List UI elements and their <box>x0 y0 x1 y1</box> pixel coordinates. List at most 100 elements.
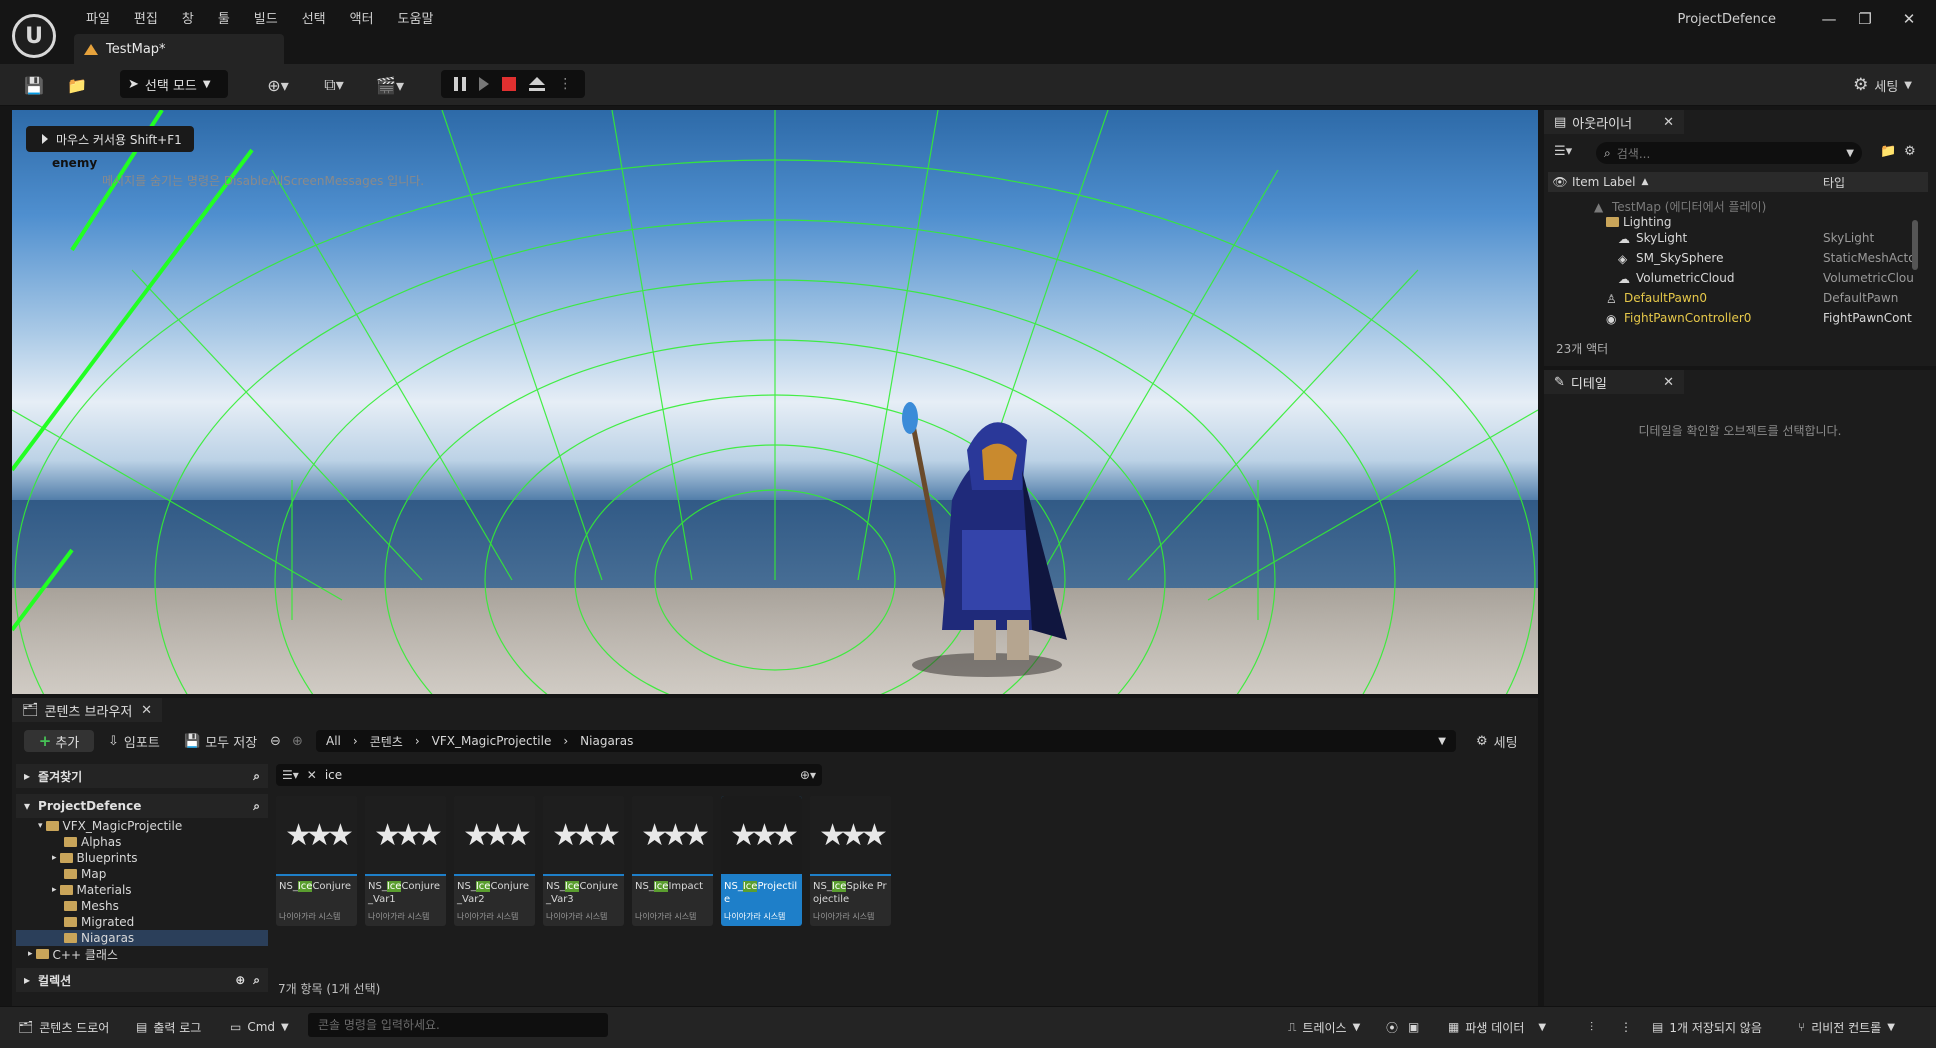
asset-tile[interactable]: ★★★ NS_IceSpike Projectile 나이아가라 시스템 <box>810 796 891 926</box>
status-bar <box>0 1006 1936 1048</box>
col-item-label[interactable]: Item Label <box>1572 175 1636 189</box>
search-icon[interactable]: ⌕ <box>253 769 260 784</box>
screenshot-icon[interactable]: ▣ <box>1408 1016 1419 1038</box>
blueprint-icon[interactable]: ⧉▾ <box>314 72 354 98</box>
eject-icon[interactable] <box>529 77 545 91</box>
close-icon[interactable]: ✕ <box>141 703 152 718</box>
cb-settings-button[interactable]: ⚙ 세팅 <box>1476 730 1518 752</box>
revision-control-button[interactable]: ⑂ 리비전 컨트롤 ▼ <box>1798 1016 1895 1038</box>
save-icon[interactable]: 💾 <box>22 72 46 98</box>
import-button[interactable]: ⇩ 임포트 <box>108 730 160 752</box>
folder-item-selected[interactable]: Niagaras <box>16 930 268 946</box>
cmd-dropdown[interactable]: ▭ Cmd ▼ <box>230 1016 289 1038</box>
unreal-logo-icon[interactable]: U <box>12 14 56 58</box>
record-icon[interactable]: ⦿ <box>1386 1016 1398 1038</box>
folder-item[interactable]: ▸ Materials <box>16 882 268 898</box>
details-tab[interactable]: ✎ 디테일 ✕ <box>1544 370 1684 394</box>
crumb-all[interactable]: All <box>326 734 341 748</box>
asset-tile[interactable]: ★★★ NS_IceImpact 나이아가라 시스템 <box>632 796 713 926</box>
menu-help[interactable]: 도움말 <box>386 10 446 30</box>
crumb-vfx[interactable]: VFX_MagicProjectile <box>432 734 552 748</box>
outliner-search[interactable]: ⌕ 검색... ▼ <box>1596 142 1862 164</box>
restore-icon[interactable]: ❐ <box>1850 8 1880 30</box>
content-browse-icon[interactable]: 📁 <box>64 72 90 98</box>
wizard-character[interactable] <box>892 380 1072 680</box>
folder-item[interactable]: ▸ Blueprints <box>16 850 268 866</box>
outliner-scrollbar[interactable] <box>1912 220 1918 270</box>
search-icon[interactable]: ⌕ <box>253 799 260 814</box>
chevron-down-icon[interactable]: ▼ <box>1438 736 1446 747</box>
trace-button[interactable]: ⎍ 트레이스 ▼ <box>1288 1016 1360 1038</box>
filter-icon[interactable]: ☰▾ <box>1554 144 1572 159</box>
menu-build[interactable]: 빌드 <box>242 10 290 30</box>
asset-tile[interactable]: ★★★ NS_IceConjure_Var2 나이아가라 시스템 <box>454 796 535 926</box>
asset-kind: 나이아가라 시스템 <box>546 911 607 922</box>
outliner-tab[interactable]: ▤ 아웃라이너 ✕ <box>1544 110 1684 134</box>
close-icon[interactable]: ✕ <box>1663 115 1674 130</box>
more-icon[interactable]: ⋮ <box>1620 1016 1632 1038</box>
asset-tile-selected[interactable]: ★★★ NS_IceProjectile 나이아가라 시스템 <box>721 796 802 926</box>
history-back-icon[interactable]: ⊖ <box>270 730 281 752</box>
col-type[interactable]: 타입 <box>1823 174 1845 191</box>
menu-actor[interactable]: 액터 <box>338 10 386 30</box>
folder-item[interactable]: Alphas <box>16 834 268 850</box>
asset-kind: 나이아가라 시스템 <box>635 911 696 922</box>
output-log-button[interactable]: ▤ 출력 로그 <box>136 1016 201 1038</box>
pause-icon[interactable] <box>454 77 466 91</box>
collections-section[interactable]: ▸ 컬렉션 ⊕ ⌕ <box>16 968 268 992</box>
step-forward-icon[interactable] <box>479 77 489 91</box>
unsaved-button[interactable]: ▤ 1개 저장되지 않음 <box>1652 1016 1762 1038</box>
tree-row[interactable]: ♙ DefaultPawn0 DefaultPawn <box>1548 288 1928 308</box>
content-browser-tab[interactable]: 🗂 콘텐츠 브라우저 ✕ <box>12 698 162 722</box>
console-input[interactable] <box>308 1013 608 1037</box>
derived-data-button[interactable]: ▦ 파생 데이터 ▼ <box>1448 1016 1546 1038</box>
settings-label: 세팅 <box>1874 76 1898 95</box>
menu-edit[interactable]: 편집 <box>122 10 170 30</box>
gear-icon[interactable]: ⚙ <box>1904 144 1916 159</box>
folder-item[interactable]: Migrated <box>16 914 268 930</box>
tree-row[interactable]: ◈ SM_SkySphere StaticMeshActo <box>1548 248 1928 268</box>
clear-search-icon[interactable]: ✕ <box>307 768 317 782</box>
project-section[interactable]: ▾ ProjectDefence ⌕ <box>16 794 268 818</box>
stop-icon[interactable] <box>502 77 516 91</box>
folder-item[interactable]: Meshs <box>16 898 268 914</box>
add-actor-icon[interactable]: ⊕▾ <box>258 72 298 98</box>
mode-select[interactable]: ➤ 선택 모드 ▼ <box>120 70 228 98</box>
level-viewport[interactable]: 마우스 커서용 Shift+F1 enemy 메시지를 숨기는 명령은 Disa… <box>12 110 1538 694</box>
settings-button[interactable]: ⚙ 세팅 ▼ <box>1853 72 1912 98</box>
new-folder-icon[interactable]: 📁 <box>1880 144 1896 159</box>
folder-item[interactable]: ▸ C++ 클래스 <box>16 946 268 962</box>
search-icon[interactable]: ⌕ <box>253 973 260 988</box>
tree-row[interactable]: ☁ SkyLight SkyLight <box>1548 228 1928 248</box>
asset-search[interactable]: ☰▾ ✕ ice ⊕▾ <box>276 764 822 786</box>
menu-window[interactable]: 창 <box>170 10 206 30</box>
visibility-eye-icon[interactable]: 👁 <box>1548 175 1572 189</box>
add-filter-icon[interactable]: ⊕▾ <box>800 768 816 782</box>
menu-select[interactable]: 선택 <box>290 10 338 30</box>
save-all-button[interactable]: 💾 모두 저장 <box>184 730 257 752</box>
add-collection-icon[interactable]: ⊕ <box>235 973 245 987</box>
tree-row[interactable]: ☁ VolumetricCloud VolumetricClou <box>1548 268 1928 288</box>
add-button[interactable]: + 추가 <box>24 730 94 752</box>
minimize-icon[interactable]: — <box>1814 8 1844 30</box>
content-drawer-button[interactable]: 🗂 콘텐츠 드로어 <box>18 1016 109 1038</box>
tab-testmap[interactable]: TestMap* <box>74 34 284 64</box>
crumb-content[interactable]: 콘텐츠 <box>370 733 403 750</box>
favorites-section[interactable]: ▸ 즐겨찾기 ⌕ <box>16 764 268 788</box>
close-icon[interactable]: ✕ <box>1663 375 1674 390</box>
folder-item[interactable]: Map <box>16 866 268 882</box>
menu-file[interactable]: 파일 <box>74 10 122 30</box>
close-window-icon[interactable]: ✕ <box>1894 8 1924 30</box>
menu-tools[interactable]: 툴 <box>206 10 242 30</box>
asset-tile[interactable]: ★★★ NS_IceConjure_Var1 나이아가라 시스템 <box>365 796 446 926</box>
folder-item[interactable]: ▾ VFX_MagicProjectile <box>16 818 268 834</box>
asset-tile[interactable]: ★★★ NS_IceConjure 나이아가라 시스템 <box>276 796 357 926</box>
crumb-niagaras[interactable]: Niagaras <box>580 734 633 748</box>
history-forward-icon[interactable]: ⊕ <box>292 730 303 752</box>
asset-tile[interactable]: ★★★ NS_IceConjure_Var3 나이아가라 시스템 <box>543 796 624 926</box>
cinematics-icon[interactable]: 🎬▾ <box>370 72 410 98</box>
tree-row[interactable]: ◉ FightPawnController0 FightPawnCont <box>1548 308 1928 328</box>
more-options-icon[interactable]: ⋮ <box>558 76 572 92</box>
filter-icon[interactable]: ☰▾ <box>282 768 299 782</box>
source-control-icon[interactable]: ⫶ <box>1590 1016 1593 1038</box>
